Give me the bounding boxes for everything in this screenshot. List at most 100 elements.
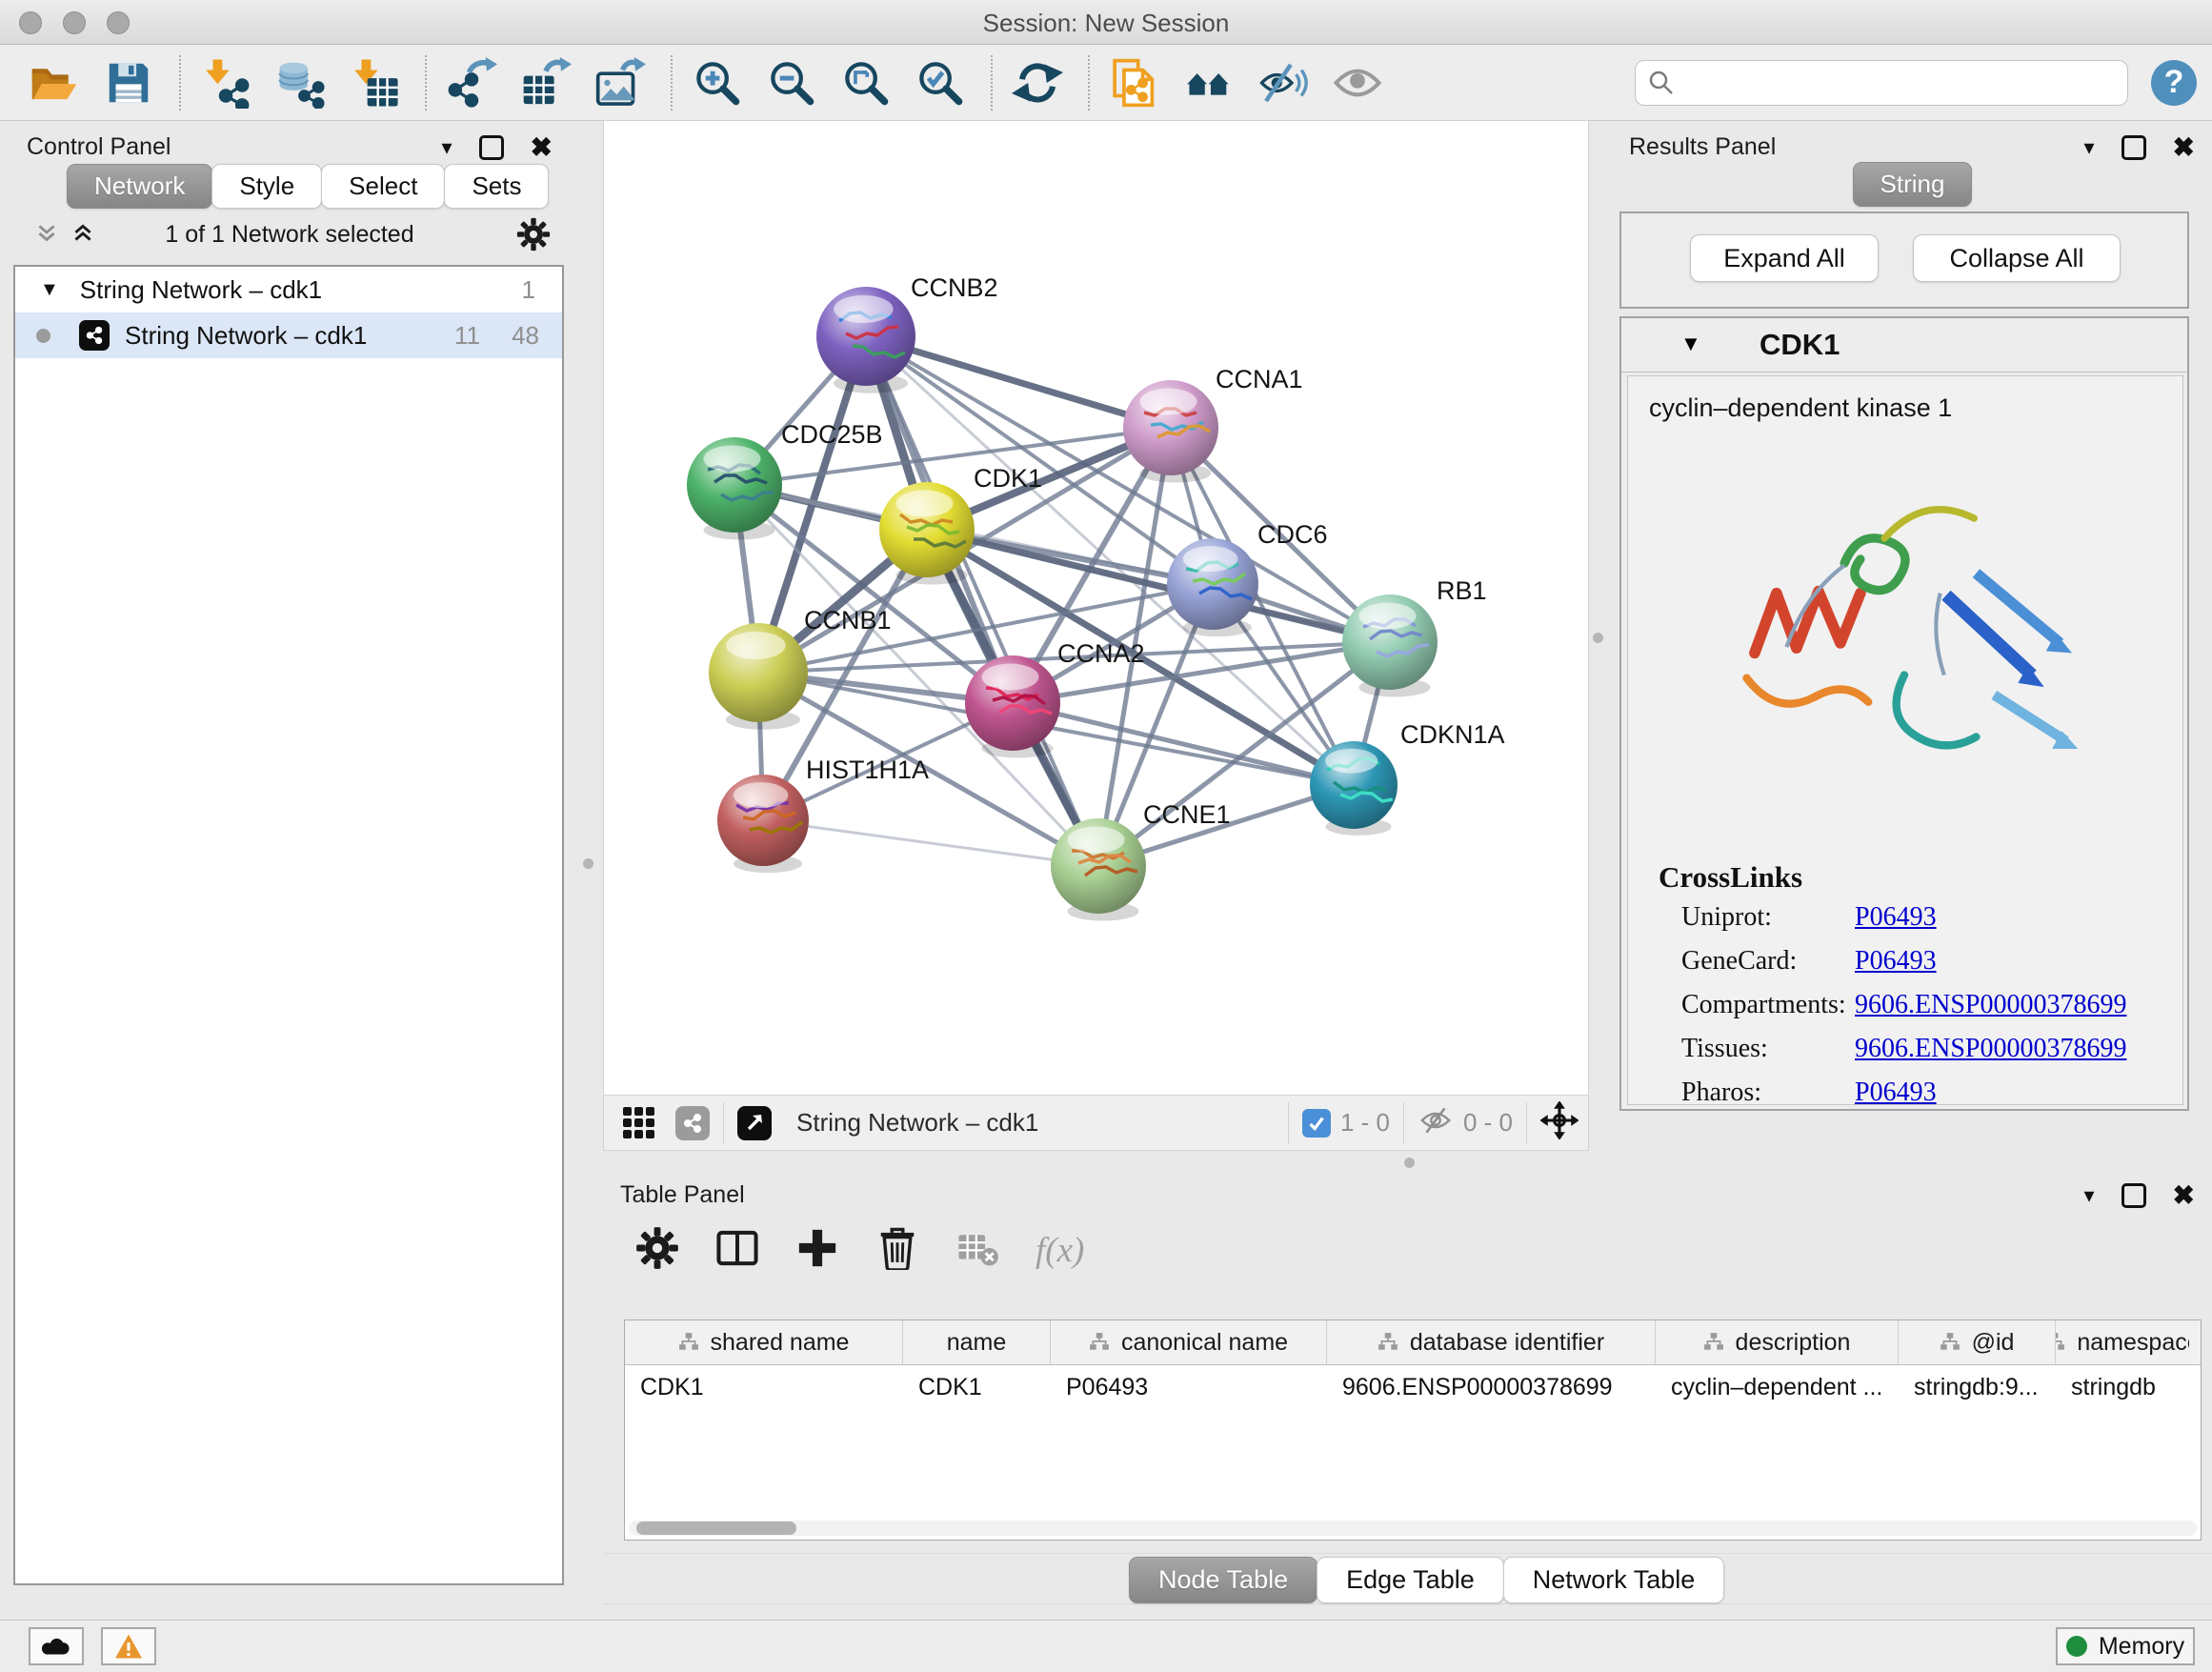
network-view-canvas[interactable]: CCNB2CCNA1CDC25BCDK1CDC6RB1CCNB1CCNA2CDK… (603, 120, 1589, 1151)
cell-id[interactable]: stringdb:9... (1899, 1365, 2056, 1409)
gene-card-header[interactable]: ▼ CDK1 (1621, 318, 2187, 373)
zoom-fit-button[interactable] (836, 53, 895, 112)
tab-select[interactable]: Select (321, 164, 445, 209)
collection-collapse-icon[interactable]: ▼ (40, 279, 59, 301)
network-options-gear-icon[interactable] (516, 217, 551, 256)
bottom-splitter-handle[interactable] (1404, 1158, 1415, 1168)
column-header-shared-name[interactable]: shared name (625, 1320, 903, 1364)
export-network-button[interactable] (442, 53, 501, 112)
panel-float-icon[interactable] (2122, 1183, 2146, 1208)
copy-documents-button[interactable] (1105, 53, 1164, 112)
save-session-button[interactable] (99, 53, 158, 112)
table-header-row: shared name name canonical name database… (625, 1320, 2201, 1365)
zoom-selected-button[interactable] (911, 53, 970, 112)
panel-float-icon[interactable] (479, 135, 504, 160)
tab-network[interactable]: Network (67, 164, 212, 209)
home-view-button[interactable] (1179, 53, 1238, 112)
table-options-gear-icon[interactable] (635, 1226, 679, 1275)
network-status-dot (36, 329, 50, 343)
memory-button[interactable]: Memory (2056, 1627, 2195, 1665)
birdseye-view-icon[interactable] (737, 1106, 772, 1140)
gene-symbol: CDK1 (1760, 328, 1840, 362)
open-file-button[interactable] (25, 53, 84, 112)
cell-shared-name[interactable]: CDK1 (625, 1365, 903, 1409)
import-table-button[interactable] (345, 53, 404, 112)
cell-name[interactable]: CDK1 (903, 1365, 1051, 1409)
tab-string[interactable]: String (1853, 162, 1973, 207)
svg-text:CCNE1: CCNE1 (1143, 800, 1231, 829)
add-column-icon[interactable] (795, 1226, 839, 1275)
table-row[interactable]: CDK1 CDK1 P06493 9606.ENSP00000378699 cy… (625, 1365, 2201, 1409)
toolbar-separator (671, 55, 673, 111)
panel-float-icon[interactable] (2122, 135, 2146, 160)
tab-edge-table[interactable]: Edge Table (1317, 1557, 1504, 1603)
cloud-status-button[interactable] (29, 1627, 84, 1665)
svg-text:CDC25B: CDC25B (781, 420, 883, 449)
cell-description[interactable]: cyclin–dependent ... (1656, 1365, 1899, 1409)
help-button[interactable]: ? (2151, 60, 2197, 106)
panel-close-icon[interactable]: ✖ (531, 133, 553, 162)
column-header-id[interactable]: @id (1899, 1320, 2056, 1364)
crosslink-link[interactable]: P06493 (1855, 902, 1937, 933)
delete-column-icon[interactable] (875, 1226, 919, 1275)
collapse-gene-card-icon[interactable]: ▼ (1680, 332, 1701, 356)
tab-node-table[interactable]: Node Table (1129, 1557, 1317, 1603)
crosslink-row: Uniprot: P06493 (1681, 902, 2167, 944)
grid-view-icon[interactable] (623, 1107, 654, 1138)
crosslink-label: GeneCard: (1681, 946, 1797, 977)
column-header-namespace[interactable]: namespace (2056, 1320, 2189, 1364)
search-box[interactable] (1635, 60, 2128, 106)
right-splitter-handle[interactable] (1593, 633, 1603, 643)
toolbar-separator (425, 55, 427, 111)
zoom-in-button[interactable] (688, 53, 747, 112)
show-all-button[interactable] (1328, 53, 1387, 112)
export-table-button[interactable] (516, 53, 575, 112)
panel-menu-icon[interactable]: ▾ (441, 133, 452, 162)
refresh-button[interactable] (1008, 53, 1067, 112)
svg-text:CCNB1: CCNB1 (804, 606, 892, 635)
cell-database-identifier[interactable]: 9606.ENSP00000378699 (1327, 1365, 1656, 1409)
column-header-canonical-name[interactable]: canonical name (1051, 1320, 1327, 1364)
crosslink-link[interactable]: 9606.ENSP00000378699 (1855, 1034, 2126, 1064)
expand-all-button[interactable]: Expand All (1690, 234, 1879, 282)
warnings-button[interactable] (101, 1627, 156, 1665)
database-network-icon (274, 57, 326, 109)
show-columns-icon[interactable] (715, 1226, 759, 1275)
panel-close-icon[interactable]: ✖ (2173, 133, 2195, 162)
hidden-eye-icon[interactable] (1418, 1106, 1454, 1139)
tab-sets[interactable]: Sets (444, 164, 549, 209)
network-overview-icon[interactable] (675, 1106, 710, 1140)
export-image-button[interactable] (591, 53, 650, 112)
crosslink-link[interactable]: P06493 (1855, 946, 1937, 977)
cell-namespace[interactable]: stringdb (2056, 1365, 2189, 1409)
panel-menu-icon[interactable]: ▾ (2083, 133, 2094, 162)
column-header-database-identifier[interactable]: database identifier (1327, 1320, 1656, 1364)
network-collection-row[interactable]: ▼ String Network – cdk1 1 (15, 267, 562, 312)
crosslink-link[interactable]: 9606.ENSP00000378699 (1855, 990, 2126, 1020)
pan-move-icon[interactable] (1540, 1101, 1579, 1144)
hide-selected-button[interactable] (1254, 53, 1313, 112)
collapse-all-button[interactable]: Collapse All (1913, 234, 2121, 282)
svg-text:CDKN1A: CDKN1A (1400, 720, 1505, 749)
column-header-description[interactable]: description (1656, 1320, 1899, 1364)
cell-canonical-name[interactable]: P06493 (1051, 1365, 1327, 1409)
crosslink-link[interactable]: P06493 (1855, 1078, 1937, 1108)
import-network-from-file-button[interactable] (196, 53, 255, 112)
import-network-from-database-button[interactable] (271, 53, 330, 112)
search-input[interactable] (1685, 67, 2116, 98)
export-network-icon (446, 57, 497, 109)
tab-network-table[interactable]: Network Table (1503, 1557, 1725, 1603)
expand-collapse-box: Expand All Collapse All (1619, 212, 2189, 309)
left-splitter-handle[interactable] (583, 858, 593, 869)
column-header-name[interactable]: name (903, 1320, 1051, 1364)
horizontal-scrollbar[interactable] (629, 1521, 2197, 1536)
tab-style[interactable]: Style (211, 164, 322, 209)
zoom-out-button[interactable] (762, 53, 821, 112)
network-graph[interactable]: CCNB2CCNA1CDC25BCDK1CDC6RB1CCNB1CCNA2CDK… (604, 121, 1588, 1095)
panel-close-icon[interactable]: ✖ (2173, 1181, 2195, 1210)
eye-slash-icon (1257, 57, 1309, 109)
selected-nodes-checkbox[interactable] (1302, 1109, 1331, 1138)
network-row-selected[interactable]: String Network – cdk1 11 48 (15, 312, 562, 358)
scrollbar-thumb[interactable] (636, 1521, 796, 1535)
panel-menu-icon[interactable]: ▾ (2083, 1181, 2094, 1210)
